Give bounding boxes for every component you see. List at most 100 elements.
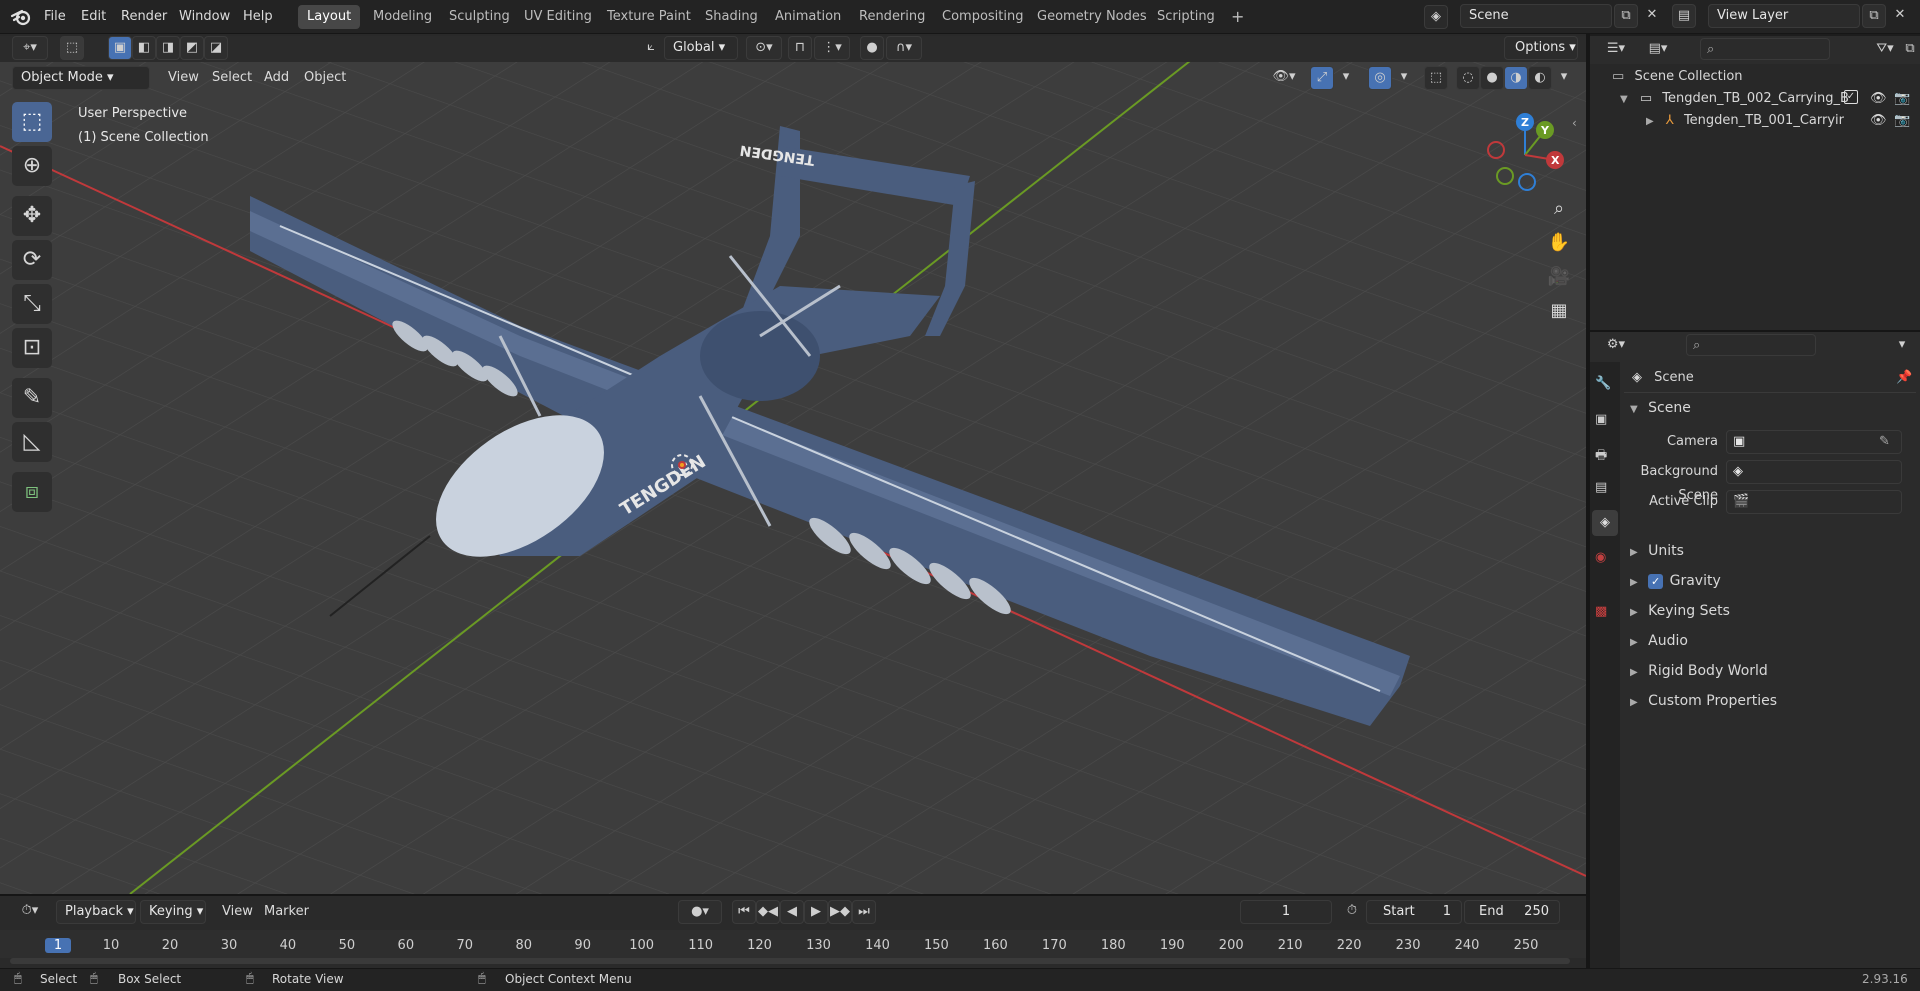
transform-orientation-dropdown[interactable]: Global ▾ <box>664 36 738 60</box>
pin-icon[interactable]: 📌 <box>1896 370 1912 385</box>
snap-toggle-icon[interactable]: ⊓ <box>788 36 812 60</box>
new-view-layer-icon[interactable]: ⧉ <box>1862 4 1886 28</box>
view-menu[interactable]: View <box>160 66 207 90</box>
outliner-row-object[interactable]: ▶ ⅄ Tengden_TB_001_Carryir 👁 📷 <box>1646 110 1920 132</box>
expand-arrow-icon[interactable]: ▼ <box>1620 94 1628 105</box>
tab-compositing[interactable]: Compositing <box>933 5 1033 29</box>
eye-icon[interactable]: 👁 <box>1870 88 1887 110</box>
jump-start-icon[interactable]: ⏮ <box>732 900 756 924</box>
solid-shading-icon[interactable]: ● <box>1480 66 1504 90</box>
background-scene-field[interactable]: ◈ <box>1726 460 1902 484</box>
view-layer-selector-icon[interactable]: ▤ <box>1672 4 1696 28</box>
select-tool-icon[interactable]: ⬚ <box>60 36 84 60</box>
scale-tool-icon[interactable]: ⤡ <box>12 284 52 324</box>
object-menu[interactable]: Object <box>296 66 354 90</box>
area-divider[interactable] <box>1586 34 1590 968</box>
exclude-checkbox[interactable]: ✓ <box>1844 90 1858 104</box>
perspective-grid-icon[interactable]: ▦ <box>1544 296 1574 326</box>
timeline-marker-menu[interactable]: Marker <box>256 900 317 924</box>
play-reverse-icon[interactable]: ◀ <box>780 900 804 924</box>
outliner-row-scene-collection[interactable]: ▭ Scene Collection <box>1612 66 1743 88</box>
current-frame-indicator[interactable]: 1 <box>45 938 71 953</box>
outliner-editor-icon[interactable]: ☰▾ <box>1598 38 1634 62</box>
navigation-gizmo[interactable]: Z Y X <box>1485 110 1575 200</box>
tab-sculpting[interactable]: Sculpting <box>440 5 519 29</box>
filter-icon[interactable]: ⛛▾ <box>1870 38 1900 62</box>
select-box-tool-icon[interactable]: ⬚ <box>12 102 52 142</box>
scene-name-field[interactable]: Scene <box>1460 4 1612 28</box>
shading-dropdown-icon[interactable]: ▾ <box>1554 66 1574 90</box>
select-extend-icon[interactable]: ◧ <box>132 36 156 60</box>
visibility-selector-icon[interactable]: 👁▾ <box>1266 66 1302 90</box>
units-panel-header[interactable]: ▶ Units <box>1630 540 1914 564</box>
gizmo-dropdown-icon[interactable]: ▾ <box>1336 66 1356 90</box>
properties-editor-icon[interactable]: ⚙▾ <box>1598 334 1634 358</box>
camera-view-icon[interactable]: 🎥 <box>1544 262 1574 292</box>
proportional-edit-icon[interactable]: ● <box>860 36 884 60</box>
tab-shading[interactable]: Shading <box>696 5 767 29</box>
eyedropper-icon[interactable]: ✎ <box>1879 431 1890 453</box>
start-frame-field[interactable]: Start 1 <box>1366 900 1462 924</box>
sidebar-toggle-icon[interactable]: ‹ <box>1572 116 1577 130</box>
blender-logo-icon[interactable] <box>10 7 32 27</box>
camera-render-icon[interactable]: 📷 <box>1894 88 1910 110</box>
wireframe-shading-icon[interactable]: ◌ <box>1456 66 1480 90</box>
xray-toggle-icon[interactable]: ⬚ <box>1424 66 1448 90</box>
keying-menu[interactable]: Keying ▾ <box>140 900 206 924</box>
move-tool-icon[interactable]: ✥ <box>12 196 52 236</box>
current-frame-field[interactable]: 1 <box>1240 900 1332 924</box>
scene-panel-header[interactable]: ▼ Scene <box>1630 400 1691 416</box>
menu-file[interactable]: File <box>38 7 72 27</box>
timeline-editor-icon[interactable]: ⏱▾ <box>12 900 48 924</box>
camera-field[interactable]: ▣ ✎ <box>1726 430 1902 454</box>
gravity-checkbox[interactable]: ✓ <box>1648 573 1664 589</box>
camera-render-icon[interactable]: 📷 <box>1894 110 1910 132</box>
tab-animation[interactable]: Animation <box>766 5 850 29</box>
eye-icon[interactable]: 👁 <box>1870 110 1887 132</box>
object-mode-dropdown[interactable]: Object Mode ▾ <box>12 66 150 90</box>
world-tab-icon[interactable]: ◉ <box>1595 550 1606 565</box>
add-menu[interactable]: Add <box>256 66 297 90</box>
auto-keying-icon[interactable]: ●▾ <box>678 900 722 924</box>
new-scene-icon[interactable]: ⧉ <box>1614 4 1638 28</box>
new-collection-icon[interactable]: ⧉ <box>1900 38 1920 62</box>
rotate-tool-icon[interactable]: ⟳ <box>12 240 52 280</box>
tab-texture-paint[interactable]: Texture Paint <box>598 5 700 29</box>
menu-render[interactable]: Render <box>115 7 173 27</box>
playback-menu[interactable]: Playback ▾ <box>56 900 136 924</box>
tab-modeling[interactable]: Modeling <box>364 5 441 29</box>
annotate-tool-icon[interactable]: ✎ <box>12 378 52 418</box>
tool-tab-icon[interactable]: 🔧 <box>1595 376 1611 391</box>
rendered-shading-icon[interactable]: ◐ <box>1528 66 1552 90</box>
zoom-icon[interactable]: ⌕ <box>1544 194 1574 224</box>
collapse-arrow-icon[interactable]: ▶ <box>1646 116 1654 127</box>
falloff-icon[interactable]: ∩▾ <box>886 36 922 60</box>
rigid-body-world-panel-header[interactable]: ▶ Rigid Body World <box>1630 660 1914 684</box>
timeline-scrollbar[interactable] <box>10 958 1570 964</box>
area-divider[interactable] <box>1590 330 1920 332</box>
transform-tool-icon[interactable]: ⊡ <box>12 328 52 368</box>
scene-tab-icon[interactable]: ◈ <box>1592 510 1618 536</box>
timeline-view-menu[interactable]: View <box>214 900 261 924</box>
area-divider[interactable] <box>0 894 1586 896</box>
active-clip-field[interactable]: 🎬 <box>1726 490 1902 514</box>
3d-viewport[interactable]: TENGDEN TENGDEN Z Y X ⌕ ✋ 🎥 ▦ ‹ User Per… <box>0 36 1586 894</box>
stopwatch-icon[interactable]: ⏱ <box>1340 900 1364 924</box>
options-dropdown[interactable]: Options ▾ <box>1504 36 1578 60</box>
display-mode-icon[interactable]: ▤▾ <box>1640 38 1676 62</box>
play-icon[interactable]: ▶ <box>804 900 828 924</box>
overlays-dropdown-icon[interactable]: ▾ <box>1394 66 1414 90</box>
select-difference-icon[interactable]: ◩ <box>180 36 204 60</box>
audio-panel-header[interactable]: ▶ Audio <box>1630 630 1914 654</box>
tab-geometry-nodes[interactable]: Geometry Nodes <box>1028 5 1156 29</box>
tab-scripting[interactable]: Scripting <box>1148 5 1224 29</box>
jump-end-icon[interactable]: ⏭ <box>852 900 876 924</box>
menu-help[interactable]: Help <box>237 7 279 27</box>
properties-search-input[interactable]: ⌕ <box>1686 334 1816 356</box>
menu-edit[interactable]: Edit <box>75 7 112 27</box>
custom-properties-panel-header[interactable]: ▶ Custom Properties <box>1630 690 1914 714</box>
end-frame-field[interactable]: End 250 <box>1464 900 1560 924</box>
delete-view-layer-icon[interactable]: ✕ <box>1888 4 1912 28</box>
pan-hand-icon[interactable]: ✋ <box>1544 228 1574 258</box>
tab-uv-editing[interactable]: UV Editing <box>515 5 601 29</box>
